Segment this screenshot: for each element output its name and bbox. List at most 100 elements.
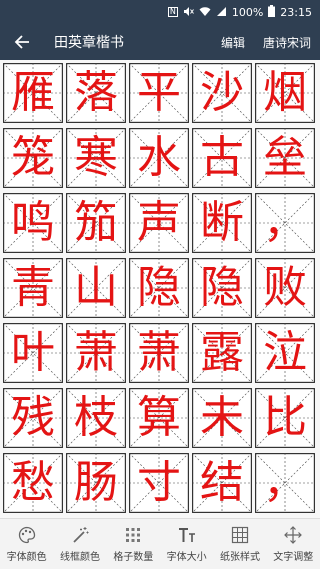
practice-character: 青 bbox=[11, 262, 55, 313]
practice-character: 叶 bbox=[11, 327, 55, 378]
grid-cell[interactable]: 断 bbox=[192, 193, 252, 253]
grid-count-button[interactable]: 格子数量 bbox=[107, 519, 160, 569]
grid-cell[interactable]: 寸 bbox=[129, 453, 189, 513]
grid-cell[interactable]: 笳 bbox=[66, 193, 126, 253]
practice-character: 肠 bbox=[74, 457, 118, 508]
mute-icon bbox=[183, 6, 194, 19]
magic-wand-icon bbox=[70, 525, 90, 545]
practice-character: 隐 bbox=[137, 262, 181, 313]
grid-cell[interactable]: 萧 bbox=[129, 323, 189, 383]
practice-character: 残 bbox=[11, 392, 55, 443]
signal-icon bbox=[216, 6, 227, 19]
clock: 23:15 bbox=[280, 5, 312, 19]
text-adjust-label: 文字调整 bbox=[273, 552, 314, 563]
font-size-button[interactable]: 字体大小 bbox=[160, 519, 213, 569]
practice-character: 比 bbox=[263, 392, 307, 443]
back-button[interactable] bbox=[0, 24, 44, 60]
nfc-icon: N bbox=[167, 7, 178, 17]
practice-character: 笳 bbox=[74, 197, 118, 248]
grid-cell[interactable]: 隐 bbox=[192, 258, 252, 318]
grid-cell[interactable]: 萧 bbox=[66, 323, 126, 383]
practice-character: 枝 bbox=[74, 392, 118, 443]
grid-cell[interactable]: 烟 bbox=[255, 63, 315, 123]
page-title: 田英章楷书 bbox=[54, 35, 124, 51]
grid-cell[interactable]: ， bbox=[255, 193, 315, 253]
practice-character: 古 bbox=[200, 132, 244, 183]
paper-style-button[interactable]: 纸张样式 bbox=[213, 519, 266, 569]
grid-cell[interactable]: 比 bbox=[255, 388, 315, 448]
practice-character: 落 bbox=[74, 67, 118, 118]
grid-cell[interactable]: 山 bbox=[66, 258, 126, 318]
grid-cell[interactable]: 青 bbox=[3, 258, 63, 318]
grid-cell[interactable]: 未 bbox=[192, 388, 252, 448]
practice-character: 泣 bbox=[263, 327, 307, 378]
practice-character: ， bbox=[263, 197, 307, 248]
battery-percent: 100% bbox=[231, 5, 264, 19]
grid-cell[interactable]: 结 bbox=[192, 453, 252, 513]
grid-cell[interactable]: 声 bbox=[129, 193, 189, 253]
grid-cell[interactable]: ， bbox=[255, 453, 315, 513]
practice-character: 垒 bbox=[263, 132, 307, 183]
practice-character: 寒 bbox=[74, 132, 118, 183]
practice-character: 萧 bbox=[74, 327, 118, 378]
font-color-label: 字体颜色 bbox=[6, 552, 47, 563]
practice-character: 算 bbox=[137, 392, 181, 443]
practice-character: 雁 bbox=[11, 67, 55, 118]
grid-cell[interactable]: 笼 bbox=[3, 128, 63, 188]
grid-cell[interactable]: 沙 bbox=[192, 63, 252, 123]
practice-character: 隐 bbox=[200, 262, 244, 313]
practice-character: 声 bbox=[137, 197, 181, 248]
grid-cell[interactable]: 寒 bbox=[66, 128, 126, 188]
grid-cell[interactable]: 鸣 bbox=[3, 193, 63, 253]
grid-cell[interactable]: 隐 bbox=[129, 258, 189, 318]
grid-cell[interactable]: 垒 bbox=[255, 128, 315, 188]
grid-cell[interactable]: 水 bbox=[129, 128, 189, 188]
practice-character: ， bbox=[263, 457, 307, 508]
practice-character: 鸣 bbox=[11, 197, 55, 248]
text-adjust-button[interactable]: 文字调整 bbox=[267, 519, 320, 569]
practice-character: 平 bbox=[137, 67, 181, 118]
grid-cell[interactable]: 算 bbox=[129, 388, 189, 448]
battery-icon bbox=[268, 5, 276, 19]
practice-character: 未 bbox=[200, 392, 244, 443]
practice-character: 结 bbox=[200, 457, 244, 508]
practice-character: 露 bbox=[200, 327, 244, 378]
character-grid: 雁落平沙烟笼寒水古垒鸣笳声断，青山隐隐败叶萧萧露泣残枝算未比愁肠寸结， bbox=[3, 63, 315, 518]
grid-count-label: 格子数量 bbox=[113, 552, 154, 563]
move-arrows-icon bbox=[283, 525, 303, 545]
grid-cell[interactable]: 败 bbox=[255, 258, 315, 318]
app-bar: 田英章楷书 编辑 唐诗宋词 bbox=[0, 24, 320, 60]
edit-button[interactable]: 编辑 bbox=[212, 24, 254, 60]
grid-cell[interactable]: 叶 bbox=[3, 323, 63, 383]
practice-character: 山 bbox=[74, 262, 118, 313]
grid-cell[interactable]: 落 bbox=[66, 63, 126, 123]
grid-cell[interactable]: 露 bbox=[192, 323, 252, 383]
grid-cell[interactable]: 平 bbox=[129, 63, 189, 123]
font-size-label: 字体大小 bbox=[166, 552, 207, 563]
paper-style-label: 纸张样式 bbox=[219, 552, 260, 563]
practice-character: 笼 bbox=[11, 132, 55, 183]
grid-cell[interactable]: 愁 bbox=[3, 453, 63, 513]
practice-character: 断 bbox=[200, 197, 244, 248]
practice-character: 水 bbox=[137, 132, 181, 183]
practice-character: 败 bbox=[263, 262, 307, 313]
bottom-toolbar: 字体颜色 线框颜色 格子数量 字体大小 纸张样式 文字调整 bbox=[0, 518, 320, 569]
grid-cell[interactable]: 残 bbox=[3, 388, 63, 448]
arrow-left-icon bbox=[14, 35, 29, 49]
grid-cell[interactable]: 雁 bbox=[3, 63, 63, 123]
frame-color-button[interactable]: 线框颜色 bbox=[53, 519, 106, 569]
practice-character: 愁 bbox=[11, 457, 55, 508]
practice-character: 寸 bbox=[137, 457, 181, 508]
grid-cell[interactable]: 肠 bbox=[66, 453, 126, 513]
practice-character: 烟 bbox=[263, 67, 307, 118]
font-size-icon bbox=[177, 525, 197, 545]
grid-cell[interactable]: 古 bbox=[192, 128, 252, 188]
grid-cell[interactable]: 泣 bbox=[255, 323, 315, 383]
practice-character: 萧 bbox=[137, 327, 181, 378]
font-color-button[interactable]: 字体颜色 bbox=[0, 519, 53, 569]
practice-character: 沙 bbox=[200, 67, 244, 118]
tang-poems-button[interactable]: 唐诗宋词 bbox=[254, 24, 320, 60]
palette-icon bbox=[17, 525, 37, 545]
practice-paper[interactable]: 雁落平沙烟笼寒水古垒鸣笳声断，青山隐隐败叶萧萧露泣残枝算未比愁肠寸结， bbox=[0, 60, 320, 518]
grid-cell[interactable]: 枝 bbox=[66, 388, 126, 448]
